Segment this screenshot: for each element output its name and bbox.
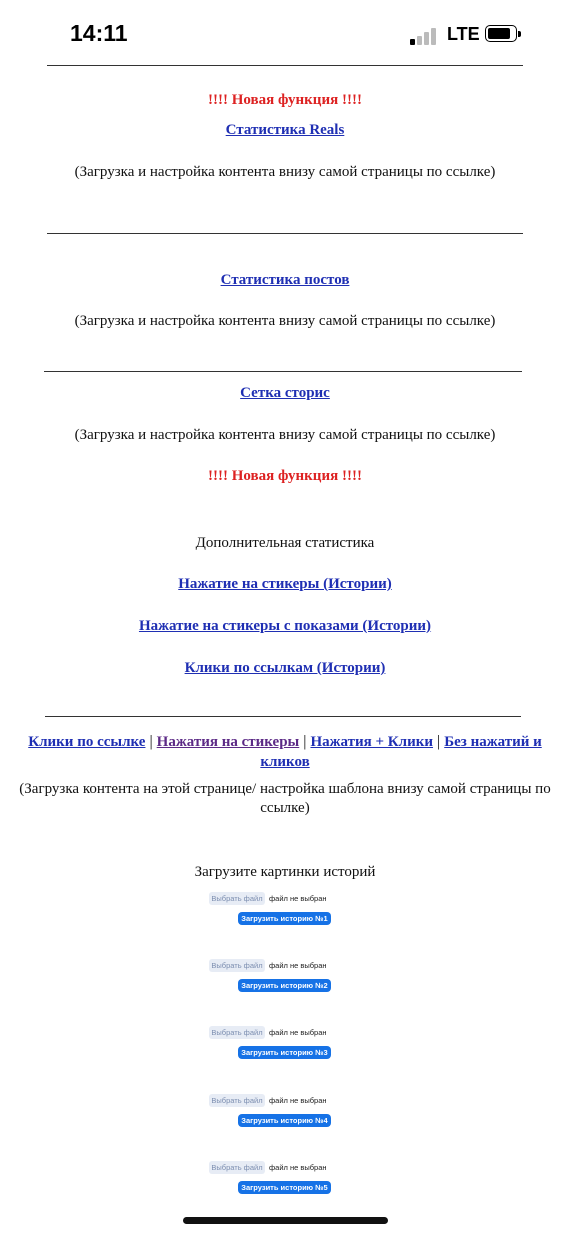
posts-stats-link[interactable]: Статистика постов <box>221 272 350 288</box>
stickers-stories-link[interactable]: Нажатие на стикеры (Истории) <box>178 576 391 592</box>
divider <box>44 371 522 372</box>
choose-file-button[interactable]: Выбрать файл <box>209 959 265 972</box>
link-clicks-stories-link[interactable]: Клики по ссылкам (Истории) <box>185 660 386 676</box>
upload-row-2: Выбрать файл файл не выбран Загрузить ис… <box>0 959 570 999</box>
nav-separator: | <box>437 733 441 750</box>
stickers-views-link[interactable]: Нажатие на стикеры с показами (Истории) <box>139 618 431 634</box>
nav-separator: | <box>149 733 153 750</box>
cellular-signal-icon <box>410 25 440 45</box>
stories-grid-link[interactable]: Сетка сторис <box>240 385 330 401</box>
upload-story-4-button[interactable]: Загрузить историю №4 <box>238 1114 331 1127</box>
upload-story-1-button[interactable]: Загрузить историю №1 <box>238 912 331 925</box>
template-nav: Клики по ссылке | Нажатия на стикеры | Н… <box>0 732 570 772</box>
no-file-label: файл не выбран <box>269 1096 327 1105</box>
divider <box>45 716 521 717</box>
no-file-label: файл не выбран <box>269 1028 327 1037</box>
upload-row-4: Выбрать файл файл не выбран Загрузить ис… <box>0 1094 570 1134</box>
choose-file-button[interactable]: Выбрать файл <box>209 1161 265 1174</box>
network-type: LTE <box>447 24 480 44</box>
upload-row-3: Выбрать файл файл не выбран Загрузить ис… <box>0 1026 570 1066</box>
choose-file-button[interactable]: Выбрать файл <box>209 1026 265 1039</box>
status-time: 14:11 <box>70 20 128 46</box>
upload-story-3-button[interactable]: Загрузить историю №3 <box>238 1046 331 1059</box>
no-file-label: файл не выбран <box>269 961 327 970</box>
posts-note: (Загрузка и настройка контента внизу сам… <box>74 313 496 329</box>
upload-title: Загрузите картинки историй <box>194 864 376 880</box>
choose-file-button[interactable]: Выбрать файл <box>209 892 265 905</box>
nav-separator: | <box>303 733 307 750</box>
nav-link-clicks[interactable]: Клики по ссылке <box>28 734 145 750</box>
choose-file-button[interactable]: Выбрать файл <box>209 1094 265 1107</box>
divider <box>47 233 523 234</box>
upload-story-2-button[interactable]: Загрузить историю №2 <box>238 979 331 992</box>
reels-note: (Загрузка и настройка контента внизу сам… <box>74 164 496 180</box>
upload-story-5-button[interactable]: Загрузить историю №5 <box>238 1181 331 1194</box>
stories-grid-note: (Загрузка и настройка контента внизу сам… <box>74 427 496 443</box>
no-file-label: файл не выбран <box>269 894 327 903</box>
upload-row-1: Выбрать файл файл не выбран Загрузить ис… <box>0 892 570 932</box>
nav-sticker-taps[interactable]: Нажатия на стикеры <box>157 734 300 750</box>
extra-stats-label: Дополнительная статистика <box>195 535 375 551</box>
status-bar: 14:11 LTE <box>0 0 570 66</box>
reels-stats-link[interactable]: Статистика Reals <box>226 122 345 138</box>
battery-icon <box>485 25 521 42</box>
home-indicator[interactable] <box>183 1217 388 1224</box>
template-note: (Загрузка контента на этой странице/ нас… <box>19 781 551 816</box>
new-feature-label: !!!! Новая функция !!!! <box>208 92 362 108</box>
upload-row-5: Выбрать файл файл не выбран Загрузить ис… <box>0 1161 570 1201</box>
divider <box>47 65 523 66</box>
no-file-label: файл не выбран <box>269 1163 327 1172</box>
nav-taps-and-clicks[interactable]: Нажатия + Клики <box>310 734 433 750</box>
new-feature-label-2: !!!! Новая функция !!!! <box>208 468 362 484</box>
